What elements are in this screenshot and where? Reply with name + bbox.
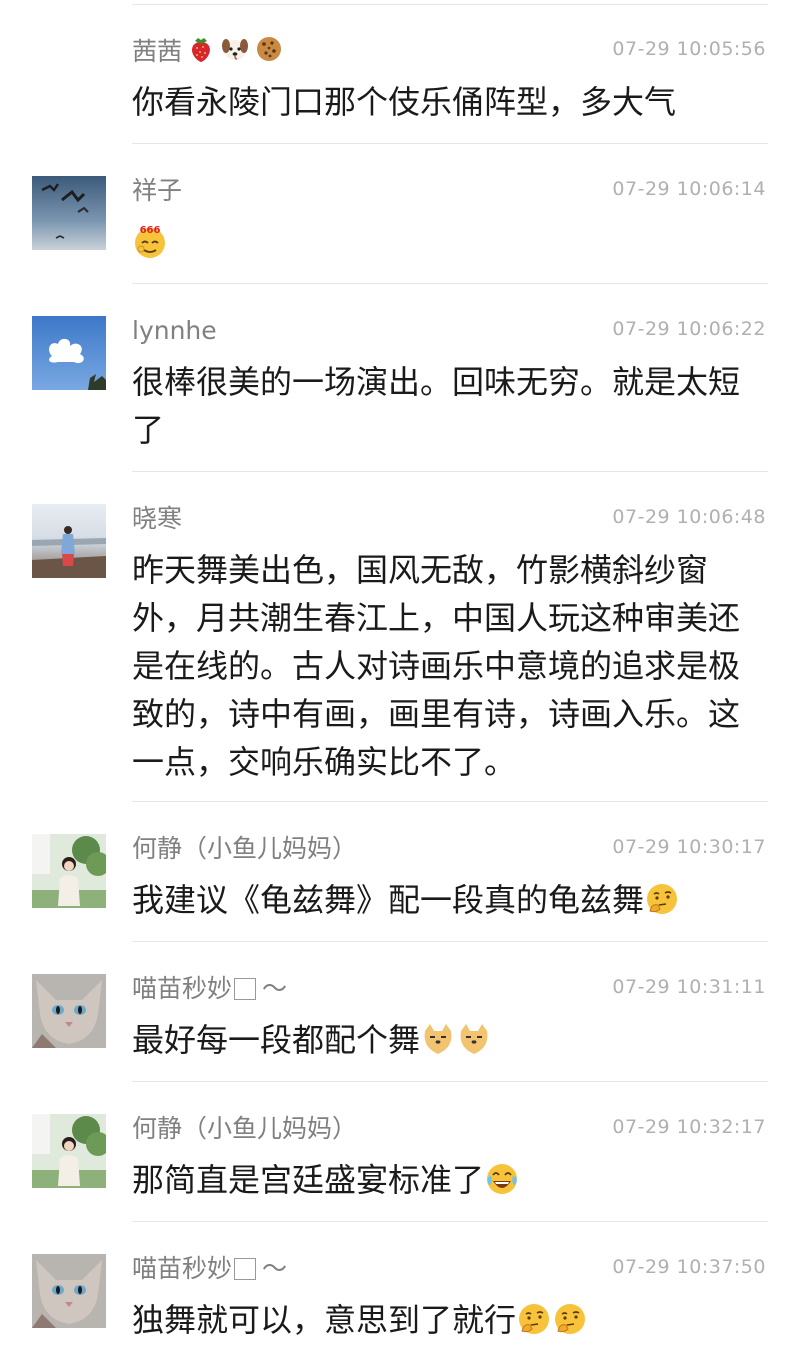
user-avatar[interactable]	[32, 316, 106, 390]
cookie-icon	[254, 34, 284, 64]
comment-nickname[interactable]: 茜茜	[132, 34, 284, 69]
comment-content: 那简直是宫廷盛宴标准了	[132, 1156, 752, 1204]
missing-glyph-icon	[234, 1258, 257, 1280]
thinking-face-icon	[644, 881, 680, 917]
comment-nickname[interactable]: 何静（小鱼儿妈妈）	[132, 832, 357, 866]
comment-content: 很棒很美的一场演出。回味无穷。就是太短了	[132, 363, 741, 449]
comment-item[interactable]: lynnhe 07-29 10:06:22 很棒很美的一场演出。回味无穷。就是太…	[0, 284, 800, 472]
comment-content: 昨天舞美出色，国风无敌，竹影横斜纱窗外，月共潮生春江上，中国人玩这种审美还是在线…	[132, 551, 741, 781]
comment-content: 最好每一段都配个舞	[132, 1016, 752, 1064]
doge-icon	[420, 1021, 456, 1057]
svg-text:666: 666	[140, 225, 161, 236]
user-avatar[interactable]	[32, 1254, 106, 1328]
thinking-face-icon	[516, 1301, 552, 1337]
dog-face-icon	[220, 34, 250, 64]
comment-nickname[interactable]: 何静（小鱼儿妈妈）	[132, 1112, 357, 1146]
strawberry-icon	[186, 34, 216, 64]
comment-item[interactable]: 茜茜 07-29 10:05:56 你看永陵门口那个伎乐俑阵型，多大气	[0, 4, 800, 144]
user-avatar[interactable]	[32, 176, 106, 250]
comment-nickname[interactable]: 祥子	[132, 174, 182, 208]
comment-nickname[interactable]: 晓寒	[132, 502, 182, 536]
666-emoji-icon: 666	[132, 223, 168, 259]
user-avatar[interactable]	[32, 974, 106, 1048]
user-avatar[interactable]	[32, 504, 106, 578]
comment-nickname[interactable]: 喵苗秒妙～	[132, 972, 287, 1006]
comment-item[interactable]: 晓寒 07-29 10:06:48 昨天舞美出色，国风无敌，竹影横斜纱窗外，月共…	[0, 472, 800, 802]
comment-content: 666	[132, 218, 752, 266]
comment-item[interactable]: 祥子 07-29 10:06:14 666	[0, 144, 800, 284]
comment-item[interactable]: 何静（小鱼儿妈妈） 07-29 10:32:17 那简直是宫廷盛宴标准了	[0, 1082, 800, 1222]
comment-time: 07-29 10:30:17	[612, 836, 766, 858]
user-avatar[interactable]	[32, 834, 106, 908]
doge-icon	[456, 1021, 492, 1057]
comment-content: 你看永陵门口那个伎乐俑阵型，多大气	[132, 83, 677, 121]
comment-content: 我建议《龟兹舞》配一段真的龟兹舞	[132, 876, 752, 924]
comment-nickname[interactable]: 喵苗秒妙～	[132, 1252, 287, 1286]
comment-time: 07-29 10:05:56	[612, 38, 766, 60]
comment-item[interactable]: 喵苗秒妙～ 07-29 10:37:50 独舞就可以，意思到了就行	[0, 1222, 800, 1369]
comment-nickname[interactable]: lynnhe	[132, 314, 217, 348]
comment-content: 独舞就可以，意思到了就行	[132, 1296, 752, 1344]
comment-item[interactable]: 喵苗秒妙～ 07-29 10:31:11 最好每一段都配个舞	[0, 942, 800, 1082]
comment-time: 07-29 10:06:14	[612, 178, 766, 200]
user-avatar[interactable]	[32, 1114, 106, 1188]
comment-time: 07-29 10:37:50	[612, 1256, 766, 1278]
comment-item[interactable]: 何静（小鱼儿妈妈） 07-29 10:30:17 我建议《龟兹舞》配一段真的龟兹…	[0, 802, 800, 942]
missing-glyph-icon	[234, 978, 257, 1000]
comment-time: 07-29 10:06:22	[612, 318, 766, 340]
comment-time: 07-29 10:32:17	[612, 1116, 766, 1138]
comment-time: 07-29 10:06:48	[612, 506, 766, 528]
laughing-tears-icon	[484, 1161, 520, 1197]
thinking-face-icon	[552, 1301, 588, 1337]
comment-time: 07-29 10:31:11	[612, 976, 766, 998]
